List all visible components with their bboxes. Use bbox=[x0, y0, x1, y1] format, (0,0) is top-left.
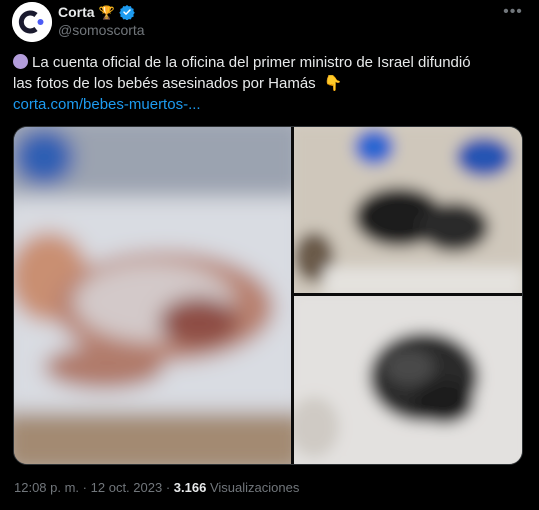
views-count: 3.166 bbox=[173, 480, 207, 495]
blurred-photo-collage bbox=[14, 127, 522, 464]
tweet-link[interactable]: corta.com/bebes-muertos-... bbox=[13, 94, 523, 115]
tweet-text-line-1: La cuenta oficial de la oficina del prim… bbox=[13, 52, 523, 73]
tweet-time[interactable]: 12:08 p. m. bbox=[14, 480, 79, 495]
purple-circle-icon bbox=[13, 54, 28, 69]
author-row: Corta 🏆 bbox=[58, 3, 135, 21]
tweet-text: La cuenta oficial de la oficina del prim… bbox=[13, 52, 523, 115]
tweet-date[interactable]: 12 oct. 2023 bbox=[91, 480, 163, 495]
top-right-photo bbox=[294, 127, 522, 293]
more-options-icon[interactable]: ••• bbox=[501, 3, 525, 20]
tweet-text-line-2: las fotos de los bebés asesinados por Ha… bbox=[13, 73, 523, 94]
verified-badge-icon bbox=[119, 4, 135, 20]
tweet-text-part-1: La cuenta oficial de la oficina del prim… bbox=[32, 54, 471, 71]
left-photo bbox=[14, 127, 291, 464]
avatar[interactable] bbox=[12, 2, 52, 42]
meta-separator-2: · bbox=[165, 480, 171, 495]
tweet[interactable]: Corta 🏆 @somoscorta ••• La cuenta oficia… bbox=[0, 0, 539, 510]
author-handle[interactable]: @somoscorta bbox=[58, 22, 145, 38]
meta-separator: · bbox=[82, 480, 88, 495]
pointing-down-icon: 👇 bbox=[323, 75, 343, 92]
tweet-meta: 12:08 p. m. · 12 oct. 2023 · 3.166 Visua… bbox=[14, 480, 299, 495]
tweet-text-part-2: las fotos de los bebés asesinados por Ha… bbox=[13, 75, 316, 92]
author-display-name[interactable]: Corta bbox=[58, 4, 95, 20]
tweet-media[interactable] bbox=[13, 126, 523, 465]
views-label: Visualizaciones bbox=[209, 480, 300, 495]
trophy-icon: 🏆 bbox=[98, 4, 115, 20]
bottom-right-photo bbox=[294, 296, 522, 464]
corta-logo-icon bbox=[12, 2, 52, 42]
